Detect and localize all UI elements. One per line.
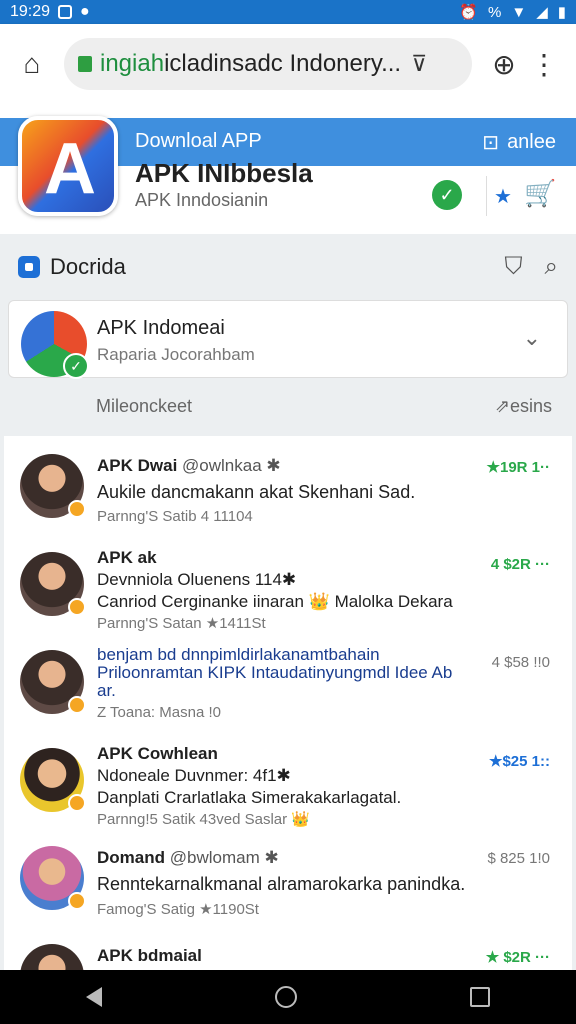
avatar[interactable]	[20, 552, 86, 616]
avatar[interactable]	[20, 748, 86, 812]
chevron-down-icon[interactable]: ⌄	[523, 325, 541, 351]
section-title: Docrida	[50, 254, 126, 279]
avatar[interactable]	[20, 650, 86, 714]
badge-icon	[68, 598, 86, 616]
item-stat: 4 $58 !!0	[491, 654, 550, 671]
item-user: @bwlomam ✱	[169, 848, 279, 867]
app-logo: A	[18, 116, 118, 216]
item-title: Domand	[97, 848, 165, 867]
item-text: Ndoneale Duvnmer: 4f1✱	[97, 766, 291, 785]
login-button[interactable]: ⊡ anlee	[482, 130, 556, 155]
item-title: APK ak	[97, 548, 157, 567]
post-list: APK Dwai @owlnkaa ✱ Aukile dancmakann ak…	[4, 436, 572, 976]
item-meta: Z Toana: Masna !0	[97, 704, 221, 721]
verified-icon[interactable]: ✓	[432, 180, 462, 210]
item-stat: 4 $2R ···	[490, 556, 550, 573]
filter-row: Mileonckeet ⇗esins	[0, 392, 576, 422]
item-text: Devnniola Oluenens 114✱	[97, 570, 297, 589]
star-icon[interactable]: ★	[494, 184, 512, 209]
list-item[interactable]: benjam bd dnnpimldirlakanamtbahain Prilo…	[4, 632, 572, 730]
system-nav-bar	[0, 970, 576, 1024]
alarm-icon: ⏰	[459, 4, 478, 21]
filter-right[interactable]: ⇗esins	[495, 396, 552, 417]
login-label: anlee	[507, 131, 556, 153]
item-text: benjam bd dnnpimldirlakanamtbahain Prilo…	[97, 645, 453, 700]
item-user: @owlnkaa ✱	[182, 456, 281, 475]
item-text: Renntekarnalkmanal alramarokarka panindk…	[97, 874, 466, 894]
app-header: Downloal APP ⊡ anlee A APK INIbbesla APK…	[0, 104, 576, 234]
item-text: Aukile dancmakann akat Skenhani Sad.	[97, 482, 416, 502]
home-nav-icon[interactable]	[274, 986, 297, 1008]
divider	[486, 176, 487, 216]
lock-icon	[78, 56, 92, 72]
recents-icon[interactable]	[469, 987, 490, 1007]
avatar[interactable]	[20, 454, 86, 518]
app-subtitle: APK Inndosianin	[135, 190, 269, 210]
browser-toolbar: ⌂ ingiah icladinsadc Indonery... ⊽ ⊕ ⋮	[0, 24, 576, 104]
search-icon[interactable]: ⌕	[545, 253, 558, 281]
list-item[interactable]: APK Cowhlean Ndoneale Duvnmer: 4f1✱ Danp…	[4, 730, 572, 828]
notification-icon	[58, 5, 73, 19]
status-bar: 19:29 ● ⏰ % ▼ ◢ ▮	[0, 0, 576, 24]
bookmark-icon[interactable]: ⛉	[505, 253, 523, 281]
item-text-2: Canriod Cerginanke iinaran 👑 Malolka Dek…	[97, 592, 453, 611]
item-meta: Parnng'S Satib 4 11104	[97, 508, 253, 525]
item-title: APK Cowhlean	[97, 744, 218, 763]
url-path: icladinsadc Indonery...	[164, 50, 402, 77]
item-stat: $ 825 1!0	[487, 850, 550, 867]
featured-title: APK Indomeai	[97, 317, 225, 339]
signal-icon: ◢	[536, 4, 548, 21]
badge-icon	[68, 794, 86, 812]
url-domain: ingiah	[100, 50, 165, 77]
item-meta: Parnng!5 Satik 43ved Saslar 👑	[97, 811, 310, 828]
item-title: APK Dwai	[97, 456, 178, 475]
badge-icon	[68, 696, 86, 714]
app-icon	[18, 256, 40, 278]
item-stat: ★19R 1··	[486, 459, 550, 476]
badge-icon	[68, 892, 86, 910]
list-item[interactable]: APK Dwai @owlnkaa ✱ Aukile dancmakann ak…	[4, 436, 572, 534]
more-vert-icon[interactable]: ⋮	[524, 44, 564, 84]
item-stat: ★$25 1::	[489, 753, 550, 770]
app-title: APK INIbbesla	[135, 158, 313, 188]
featured-avatar	[21, 311, 89, 379]
login-icon: ⊡	[482, 132, 500, 154]
battery-percent: %	[487, 3, 502, 21]
item-meta: Parnng'S Satan ★1411St	[97, 615, 266, 632]
item-meta: Famog'S Satig ★1190St	[97, 901, 259, 918]
list-item[interactable]: APK ak Devnniola Oluenens 114✱ Canriod C…	[4, 534, 572, 632]
badge-icon	[68, 500, 86, 518]
featured-card[interactable]: APK Indomeai Raparia Jocorahbam ⌄	[8, 300, 568, 379]
search-icon[interactable]: ⊕	[484, 44, 524, 84]
item-stat: ★ $2R ···	[485, 949, 550, 966]
download-app-link[interactable]: Downloal APP	[135, 130, 262, 153]
item-text-2: Danplati Crarlatlaka Simerakakarlagatal.	[97, 788, 402, 807]
filter-left[interactable]: Mileonckeet	[96, 396, 192, 417]
featured-subtitle: Raparia Jocorahbam	[97, 345, 255, 364]
item-title: APK bdmaial	[97, 946, 202, 965]
tabs-icon[interactable]: ⊽	[411, 51, 427, 77]
filter-right-label: esins	[509, 396, 552, 416]
avatar[interactable]	[20, 846, 86, 910]
back-icon[interactable]	[86, 987, 103, 1007]
list-item[interactable]: Domand @bwlomam ✱ Renntekarnalkmanal alr…	[4, 828, 572, 926]
notification-icon-2: ●	[80, 3, 90, 20]
cart-icon[interactable]: 🛒	[524, 178, 556, 209]
battery-icon: ▮	[557, 4, 566, 21]
wifi-icon: ▼	[511, 3, 527, 21]
home-icon[interactable]: ⌂	[12, 44, 52, 84]
section-header: Docrida ⛉ ⌕	[0, 244, 576, 290]
clock: 19:29	[10, 3, 51, 20]
url-bar[interactable]: ingiah icladinsadc Indonery... ⊽	[64, 38, 472, 90]
list-item[interactable]: APK bdmaial ★ $2R ···	[4, 926, 572, 976]
